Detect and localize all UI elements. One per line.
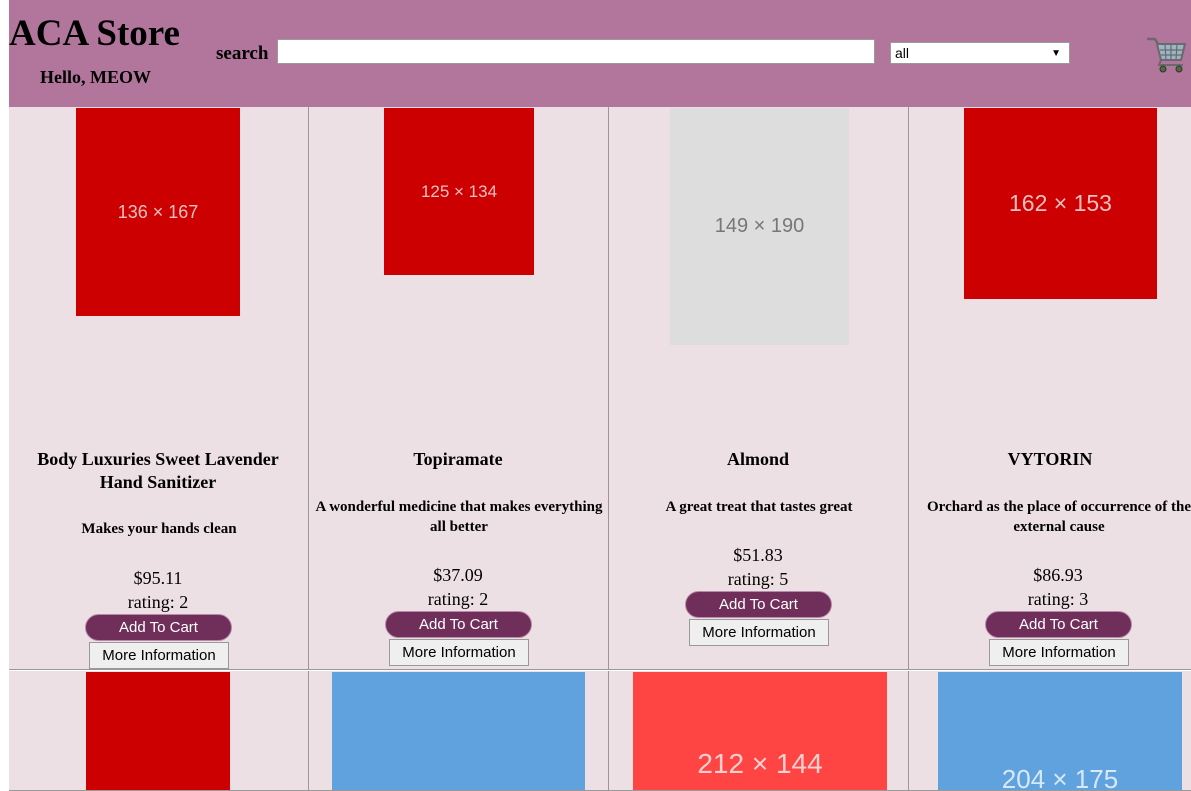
store-title: ACA Store	[9, 13, 180, 54]
product-price: $95.11	[133, 568, 183, 588]
more-information-button[interactable]: More Information	[689, 619, 829, 646]
product-name: Topiramate	[413, 449, 503, 469]
search-input[interactable]	[277, 39, 875, 64]
product-image	[332, 672, 585, 790]
header-bar: ACA Store Hello, MEOW search all ▼	[9, 0, 1191, 107]
product-image: 204 × 175	[938, 672, 1182, 791]
product-image: 125 × 134	[384, 108, 534, 275]
shopping-cart-icon[interactable]	[1147, 35, 1187, 73]
image-size-label: 125 × 134	[420, 181, 498, 201]
product-price: $86.93	[1033, 565, 1083, 585]
user-greeting: Hello, MEOW	[40, 67, 151, 87]
product-rating: rating: 2	[427, 589, 489, 609]
product-rating: rating: 3	[1027, 589, 1089, 609]
product-price: $37.09	[433, 565, 483, 585]
category-selected-value: all	[895, 45, 910, 61]
product-image: 162 × 153	[964, 108, 1157, 299]
product-price: $51.83	[733, 545, 783, 565]
product-image: 212 × 144	[633, 672, 887, 790]
product-description: Orchard as the place of occurrence of th…	[927, 499, 1191, 535]
product-card	[309, 671, 609, 791]
product-card: 162 × 153 VYTORIN Orchard as the place o…	[909, 107, 1191, 670]
product-card	[9, 671, 309, 791]
product-rating: rating: 2	[127, 592, 189, 612]
product-rating: rating: 5	[727, 569, 789, 589]
product-card: 136 × 167 Body Luxuries Sweet Lavender H…	[9, 107, 309, 670]
image-size-label: 204 × 175	[1001, 764, 1119, 791]
product-description: A wonderful medicine that makes everythi…	[315, 499, 603, 535]
product-name: VYTORIN	[1007, 449, 1093, 469]
add-to-cart-button[interactable]: Add To Cart	[685, 591, 832, 618]
image-size-label: 136 × 167	[117, 201, 199, 222]
product-image	[86, 672, 230, 790]
product-description: A great treat that tastes great	[665, 499, 853, 515]
product-grid: 136 × 167 Body Luxuries Sweet Lavender H…	[9, 107, 1191, 791]
category-select[interactable]: all ▼	[890, 42, 1070, 64]
product-name: Body Luxuries Sweet Lavender Hand Saniti…	[37, 449, 279, 492]
product-description: Makes your hands clean	[81, 521, 237, 537]
product-image: 136 × 167	[76, 108, 240, 316]
image-size-label: 149 × 190	[714, 215, 805, 237]
more-information-button[interactable]: More Information	[989, 639, 1129, 666]
more-information-button[interactable]: More Information	[89, 642, 229, 669]
product-card: 149 × 190 Almond A great treat that tast…	[609, 107, 909, 670]
product-card: 204 × 175	[909, 671, 1191, 791]
image-size-label: 162 × 153	[1009, 190, 1112, 216]
add-to-cart-button[interactable]: Add To Cart	[385, 611, 532, 638]
add-to-cart-button[interactable]: Add To Cart	[85, 614, 232, 641]
dropdown-arrow-icon: ▼	[1051, 48, 1061, 59]
add-to-cart-button[interactable]: Add To Cart	[985, 611, 1132, 638]
more-information-button[interactable]: More Information	[389, 639, 529, 666]
search-label: search	[216, 43, 269, 64]
image-size-label: 212 × 144	[697, 748, 823, 779]
product-card: 212 × 144	[609, 671, 909, 791]
product-name: Almond	[726, 449, 789, 469]
product-image: 149 × 190	[670, 108, 849, 345]
product-card: 125 × 134 Topiramate A wonderful medicin…	[309, 107, 609, 670]
